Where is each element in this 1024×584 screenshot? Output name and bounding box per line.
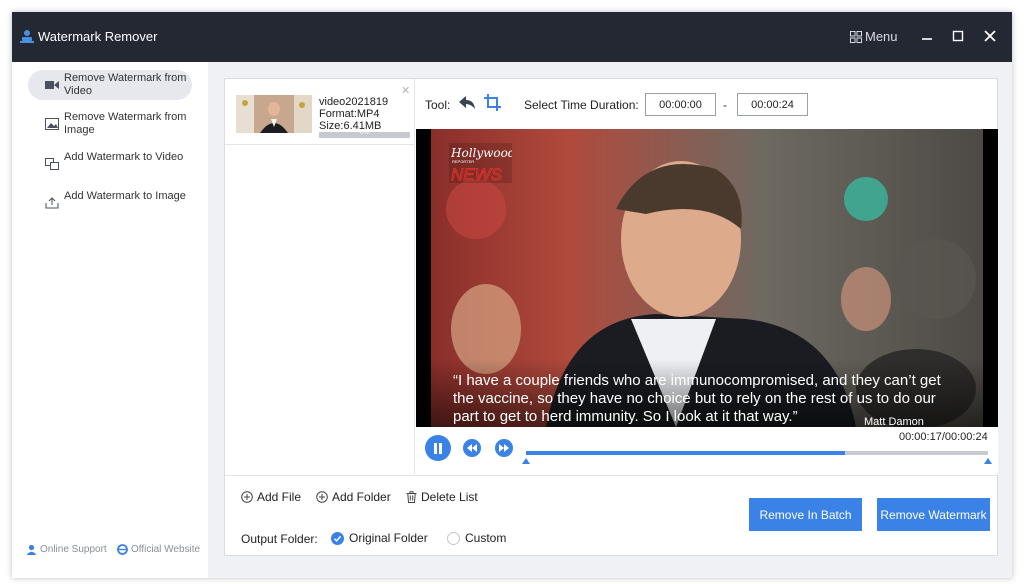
video-preview: Hollywood REPORTER NEWS “I have a couple… <box>416 129 998 427</box>
app-title: Watermark Remover <box>38 29 158 44</box>
pause-button[interactable] <box>425 435 451 461</box>
seek-bar[interactable] <box>526 451 988 455</box>
maximize-icon <box>952 30 964 42</box>
svg-text:NEWS: NEWS <box>451 165 503 183</box>
trash-icon <box>406 491 417 503</box>
upload-image-icon <box>45 197 59 209</box>
menu-button[interactable]: Menu <box>850 29 898 44</box>
minimize-icon <box>922 38 932 40</box>
file-list: video2021819 Format:MP4 Size:6.41MB ✕ 0% <box>225 79 415 474</box>
fast-forward-icon <box>499 444 509 452</box>
browser-icon <box>117 544 128 555</box>
online-support-link[interactable]: Online Support <box>26 544 107 555</box>
file-format: Format:MP4 <box>319 108 380 120</box>
file-meta: video2021819 Format:MP4 Size:6.41MB <box>319 96 388 132</box>
file-name: video2021819 <box>319 96 389 108</box>
playback-time: 00:00:17/00:00:24 <box>899 431 988 443</box>
file-progress-text: 0% <box>360 130 369 136</box>
close-icon <box>984 30 996 42</box>
remove-in-batch-button[interactable]: Remove In Batch <box>749 498 862 531</box>
sidebar-item-label: Remove Watermark from Video <box>64 72 187 97</box>
news-watermark: Hollywood REPORTER NEWS <box>449 143 516 184</box>
video-icon <box>45 81 59 89</box>
file-item[interactable]: video2021819 Format:MP4 Size:6.41MB ✕ 0% <box>225 79 414 145</box>
sidebar-item-label: Add Watermark to Image <box>64 190 186 202</box>
svg-text:Hollywood: Hollywood <box>450 146 512 160</box>
forward-button[interactable] <box>495 439 513 457</box>
video-thumbnail <box>236 95 312 133</box>
official-website-link[interactable]: Official Website <box>117 544 200 555</box>
start-time-input[interactable]: 00:00:00 <box>645 93 716 116</box>
main-panel: video2021819 Format:MP4 Size:6.41MB ✕ 0%… <box>224 78 998 556</box>
sidebar-item-add-image[interactable]: Add Watermark to Image <box>28 188 192 218</box>
add-video-icon <box>45 158 59 170</box>
duration-label: Select Time Duration: <box>524 98 639 112</box>
minimize-button[interactable] <box>916 25 938 47</box>
tool-label: Tool: <box>425 98 451 112</box>
tool-bar: Tool: Select Time Duration: 00:00:00 - 0… <box>416 79 998 129</box>
sidebar-item-remove-image[interactable]: Remove Watermark from Image <box>28 109 192 139</box>
plus-circle-icon <box>241 491 253 503</box>
maximize-button[interactable] <box>947 25 969 47</box>
sidebar-item-add-video[interactable]: Add Watermark to Video <box>28 149 192 179</box>
seek-bar-progress <box>526 451 845 455</box>
title-bar: Watermark Remover Menu <box>12 12 1012 62</box>
app-logo-icon <box>20 30 34 43</box>
action-bar: Add File Add Folder Delete List Output F… <box>225 475 997 557</box>
svg-text:REPORTER: REPORTER <box>452 159 474 164</box>
grid-icon <box>850 30 862 43</box>
trim-start-handle[interactable] <box>522 458 530 464</box>
menu-label: Menu <box>865 29 898 44</box>
trim-end-handle[interactable] <box>984 458 992 464</box>
sidebar: Remove Watermark from Video Remove Water… <box>12 62 208 578</box>
close-button[interactable] <box>979 25 1001 47</box>
sidebar-item-remove-video[interactable]: Remove Watermark from Video <box>28 70 192 100</box>
add-folder-button[interactable]: Add Folder <box>316 490 391 504</box>
sidebar-item-label: Add Watermark to Video <box>64 151 184 163</box>
remove-file-icon[interactable]: ✕ <box>401 84 410 97</box>
video-speaker: Matt Damon <box>864 416 924 427</box>
add-file-button[interactable]: Add File <box>241 490 301 504</box>
pause-icon <box>434 442 442 454</box>
undo-icon[interactable] <box>458 96 476 110</box>
plus-circle-icon <box>316 491 328 503</box>
support-icon <box>26 544 37 555</box>
file-progress-bar: 0% <box>319 130 410 138</box>
radio-checked-icon <box>331 531 344 545</box>
rewind-icon <box>467 444 477 452</box>
output-folder-label: Output Folder: <box>241 532 318 546</box>
sidebar-item-label: Remove Watermark from Image <box>64 111 187 136</box>
delete-list-button[interactable]: Delete List <box>406 490 478 504</box>
app-window: Watermark Remover Menu Remove Watermark … <box>12 12 1012 578</box>
crop-icon[interactable] <box>484 94 501 111</box>
end-time-input[interactable]: 00:00:24 <box>737 93 808 116</box>
radio-unchecked-icon <box>447 531 460 545</box>
time-separator: - <box>723 98 727 112</box>
original-folder-radio[interactable]: Original Folder <box>331 531 428 545</box>
custom-folder-radio[interactable]: Custom <box>447 531 506 545</box>
image-icon <box>45 118 59 130</box>
player-controls: 00:00:17/00:00:24 <box>416 427 998 474</box>
rewind-button[interactable] <box>463 439 481 457</box>
remove-watermark-button[interactable]: Remove Watermark <box>877 498 990 531</box>
